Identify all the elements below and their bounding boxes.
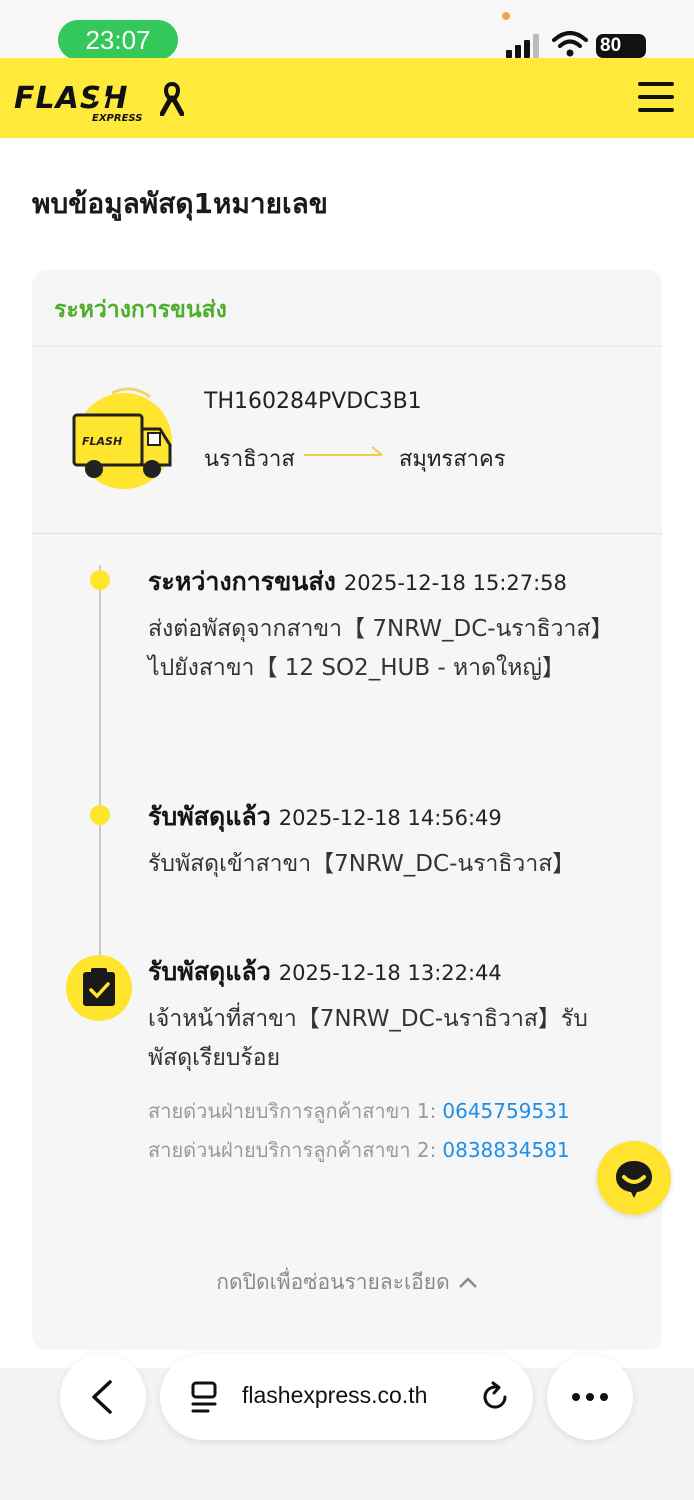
parcel-status-header: ระหว่างการขนส่ง xyxy=(32,270,662,347)
event-description: รับพัสดุเข้าสาขา【7NRW_DC-นราธิวาส】 xyxy=(148,851,576,877)
flash-express-logo[interactable]: FLASH EXPRESS xyxy=(12,74,152,124)
chevron-left-icon xyxy=(92,1380,112,1414)
more-horizontal-icon xyxy=(572,1393,608,1401)
timeline-current-marker xyxy=(66,955,132,1021)
chevron-up-icon xyxy=(458,1277,477,1288)
chat-support-button[interactable] xyxy=(597,1141,671,1215)
browser-more-button[interactable] xyxy=(547,1354,633,1440)
shipment-summary: FLASH TH160284PVDC3B1 นราธิวาส สมุทรสาคร xyxy=(32,347,662,534)
hotline-label: สายด่วนฝ่ายบริการลูกค้าสาขา 1: xyxy=(148,1099,437,1123)
browser-back-button[interactable] xyxy=(60,1354,146,1440)
event-description: เจ้าหน้าที่สาขา【7NRW_DC-นราธิวาส】รับพัสด… xyxy=(148,1006,588,1071)
address-bar[interactable]: flashexpress.co.th xyxy=(160,1354,533,1440)
mourning-ribbon-icon xyxy=(160,82,184,116)
logo-text: FLASH xyxy=(14,81,129,116)
site-header: FLASH EXPRESS xyxy=(0,58,694,138)
event-title: รับพัสดุแล้ว xyxy=(148,957,271,986)
privacy-indicator-dot xyxy=(502,12,510,20)
event-header: รับพัสดุแล้ว 2025-12-18 13:22:44 xyxy=(148,952,618,992)
delivery-truck-icon: FLASH xyxy=(72,387,172,489)
event-header: รับพัสดุแล้ว 2025-12-18 14:56:49 xyxy=(148,797,618,837)
event-title: รับพัสดุแล้ว xyxy=(148,802,271,831)
clock: 23:07 xyxy=(58,20,178,60)
origin-city: นราธิวาส xyxy=(204,447,295,472)
url-text: flashexpress.co.th xyxy=(242,1382,428,1408)
status-bar: 23:07 80 xyxy=(0,0,694,60)
hamburger-menu-icon[interactable] xyxy=(636,82,676,114)
chat-icon xyxy=(616,1161,652,1198)
timeline-dot xyxy=(90,805,110,825)
hotline-row: สายด่วนฝ่ายบริการลูกค้าสาขา 1: 0645759531 xyxy=(148,1095,570,1127)
page-info-icon[interactable] xyxy=(188,1380,220,1414)
event-description: ส่งต่อพัสดุจากสาขา【 7NRW_DC-นราธิวาส】 ไป… xyxy=(148,616,614,681)
battery-icon: 80 xyxy=(596,34,646,58)
page-title: พบข้อมูลพัสดุ1หมายเลข xyxy=(32,187,328,220)
logo-subtext: EXPRESS xyxy=(92,113,142,124)
clipboard-check-icon xyxy=(83,968,115,1006)
collapse-label: กดปิดเพื่อซ่อนรายละเอียด xyxy=(216,1270,450,1294)
parcel-status: ระหว่างการขนส่ง xyxy=(54,297,227,323)
parcel-card: ระหว่างการขนส่ง FLASH TH160284PVDC3B1 นร… xyxy=(32,270,662,1350)
hotline-phone-link[interactable]: 0838834581 xyxy=(442,1138,569,1162)
hotline-row: สายด่วนฝ่ายบริการลูกค้าสาขา 2: 0838834581 xyxy=(148,1134,570,1166)
event-time: 2025-12-18 13:22:44 xyxy=(278,961,502,985)
timeline-event: รับพัสดุแล้ว 2025-12-18 14:56:49 รับพัสดุ… xyxy=(148,797,618,884)
event-time: 2025-12-18 14:56:49 xyxy=(278,806,502,830)
cellular-signal-icon xyxy=(506,34,542,58)
timeline-event: ระหว่างการขนส่ง 2025-12-18 15:27:58 ส่งต่… xyxy=(148,562,618,688)
event-title: ระหว่างการขนส่ง xyxy=(148,567,336,596)
route-arrow-icon xyxy=(304,446,383,456)
collapse-details-button[interactable]: กดปิดเพื่อซ่อนรายละเอียด xyxy=(32,1266,662,1299)
wifi-icon xyxy=(552,31,588,57)
hotline-label: สายด่วนฝ่ายบริการลูกค้าสาขา 2: xyxy=(148,1138,437,1162)
svg-text:FLASH: FLASH xyxy=(82,435,122,448)
destination-city: สมุทรสาคร xyxy=(399,447,506,472)
event-header: ระหว่างการขนส่ง 2025-12-18 15:27:58 xyxy=(148,562,618,602)
hotline-phone-link[interactable]: 0645759531 xyxy=(442,1099,569,1123)
timeline-line xyxy=(99,565,101,955)
timeline-event: รับพัสดุแล้ว 2025-12-18 13:22:44 เจ้าหน้า… xyxy=(148,952,618,1078)
reload-icon[interactable] xyxy=(478,1380,512,1414)
event-time: 2025-12-18 15:27:58 xyxy=(343,571,567,595)
tracking-number[interactable]: TH160284PVDC3B1 xyxy=(204,389,422,414)
timeline-dot xyxy=(90,570,110,590)
